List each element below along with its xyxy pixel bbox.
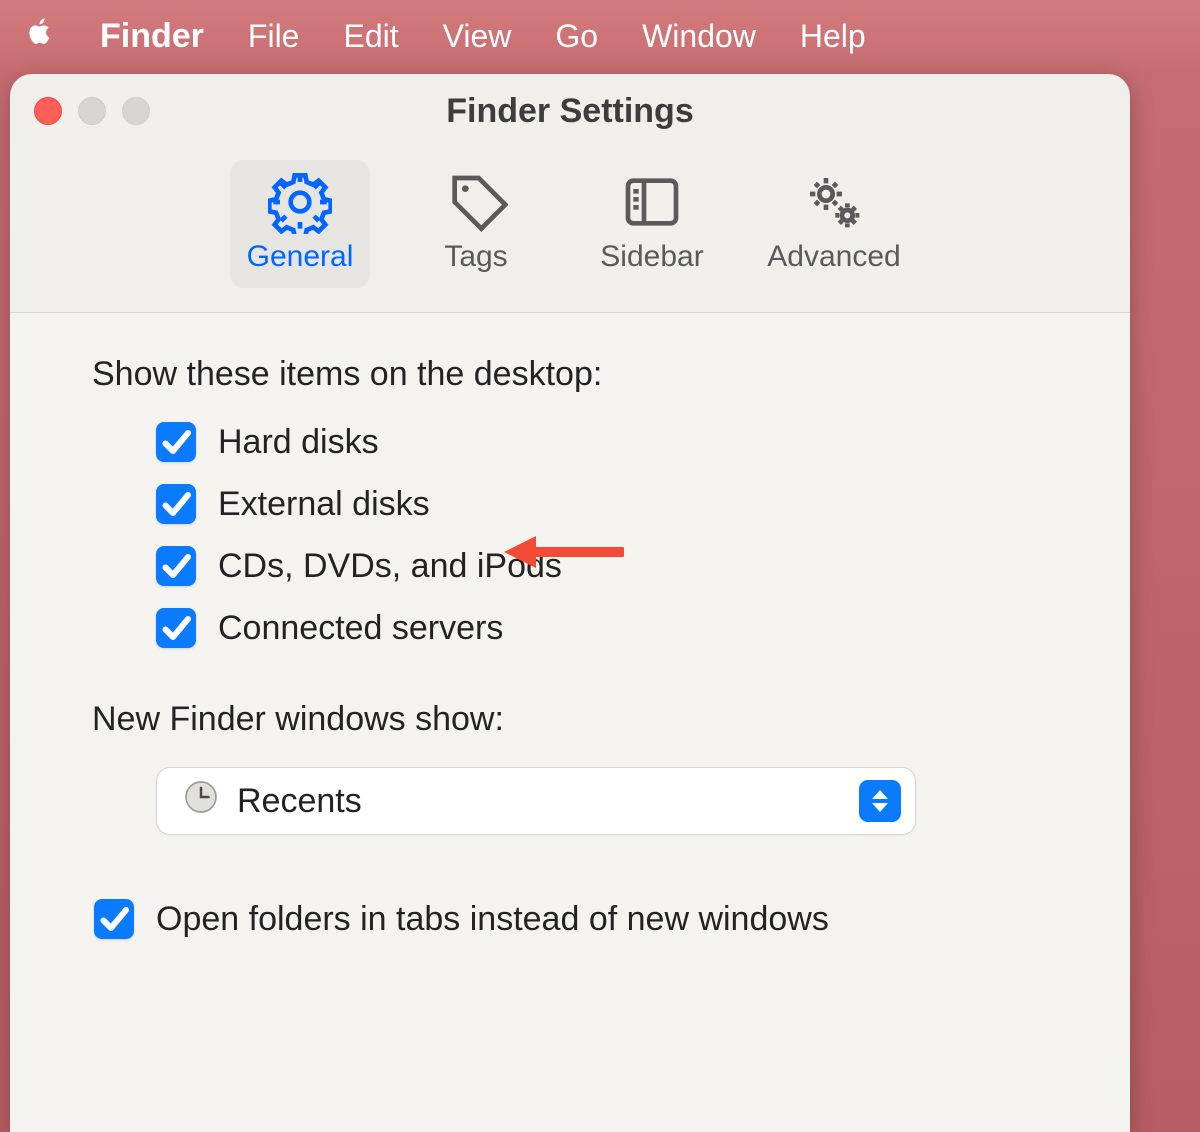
tab-label: General (247, 240, 354, 274)
new-window-location-dropdown[interactable]: Recents (156, 767, 916, 835)
menu-item-edit[interactable]: Edit (343, 18, 398, 55)
gears-icon (802, 170, 866, 234)
chevron-updown-icon (859, 780, 901, 822)
checkbox-open-in-tabs[interactable]: Open folders in tabs instead of new wind… (94, 899, 1066, 939)
sidebar-icon (620, 170, 684, 234)
tab-label: Advanced (767, 240, 900, 274)
toolbar-tabs: General Tags Sidebar (10, 148, 1130, 313)
zoom-button[interactable] (122, 97, 150, 125)
desktop-items-heading: Show these items on the desktop: (92, 355, 1066, 394)
checkbox-cds-dvds-ipods[interactable]: CDs, DVDs, and iPods (156, 546, 1066, 586)
desktop-items-list: Hard disks External disks CDs, DVDs, and… (94, 422, 1066, 648)
close-button[interactable] (34, 97, 62, 125)
menubar: Finder File Edit View Go Window Help (0, 0, 1200, 72)
checkmark-icon (94, 899, 134, 939)
finder-settings-window: Finder Settings General Tags (10, 74, 1130, 1132)
menu-item-window[interactable]: Window (642, 18, 756, 55)
content-pane: Show these items on the desktop: Hard di… (10, 313, 1130, 1132)
checkbox-label: Connected servers (218, 609, 503, 648)
tab-label: Tags (444, 240, 507, 274)
tab-advanced[interactable]: Advanced (758, 160, 910, 288)
tag-icon (444, 170, 508, 234)
checkbox-label: CDs, DVDs, and iPods (218, 547, 562, 586)
checkbox-hard-disks[interactable]: Hard disks (156, 422, 1066, 462)
checkbox-label: Open folders in tabs instead of new wind… (156, 900, 829, 939)
checkbox-external-disks[interactable]: External disks (156, 484, 1066, 524)
window-title: Finder Settings (10, 92, 1130, 131)
menu-item-view[interactable]: View (443, 18, 512, 55)
tab-sidebar[interactable]: Sidebar (582, 160, 722, 288)
menu-item-file[interactable]: File (248, 18, 300, 55)
checkbox-connected-servers[interactable]: Connected servers (156, 608, 1066, 648)
menu-item-help[interactable]: Help (800, 18, 866, 55)
checkmark-icon (156, 608, 196, 648)
titlebar: Finder Settings (10, 74, 1130, 148)
menu-item-finder[interactable]: Finder (100, 17, 204, 56)
tab-tags[interactable]: Tags (406, 160, 546, 288)
checkmark-icon (156, 546, 196, 586)
tab-general[interactable]: General (230, 160, 370, 288)
apple-menu-icon[interactable] (24, 16, 56, 56)
checkmark-icon (156, 422, 196, 462)
minimize-button[interactable] (78, 97, 106, 125)
window-controls (34, 97, 150, 125)
checkbox-label: External disks (218, 485, 430, 524)
clock-icon (181, 777, 221, 826)
checkbox-label: Hard disks (218, 423, 379, 462)
dropdown-value: Recents (237, 782, 843, 821)
menu-item-go[interactable]: Go (555, 18, 598, 55)
checkmark-icon (156, 484, 196, 524)
tab-label: Sidebar (600, 240, 703, 274)
new-windows-heading: New Finder windows show: (92, 700, 1066, 739)
gear-icon (268, 170, 332, 234)
